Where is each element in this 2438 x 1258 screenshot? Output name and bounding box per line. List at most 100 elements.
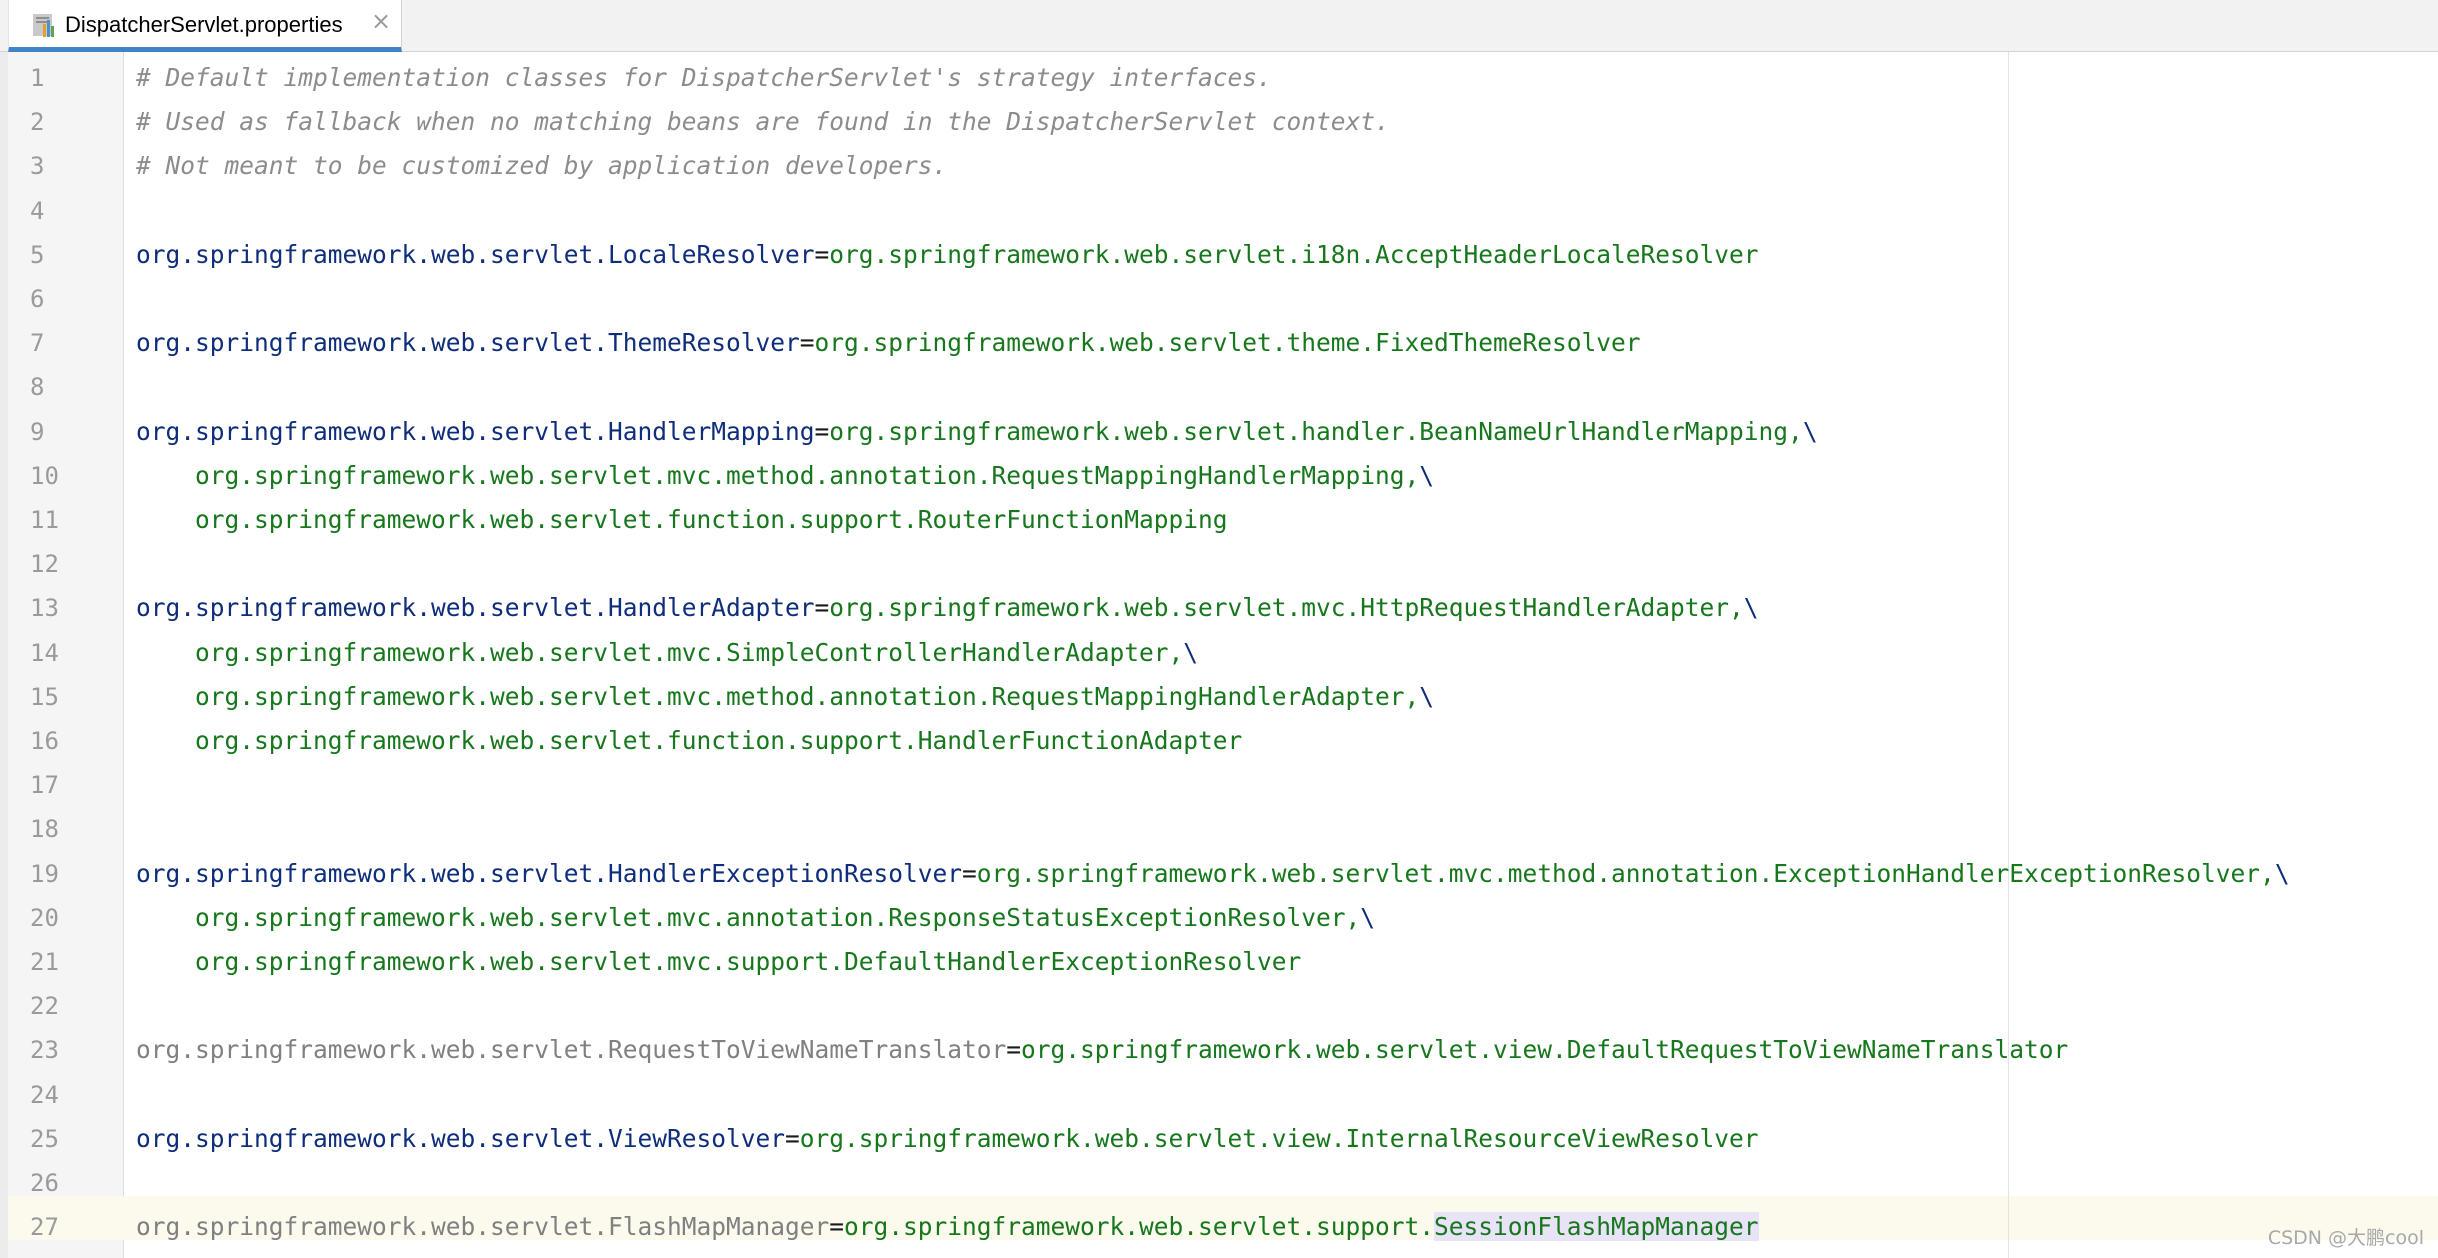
property-key: org.springframework.web.servlet.RequestT… (136, 1035, 1007, 1065)
line-number: 23 (30, 1036, 59, 1065)
code-line[interactable]: 25 org.springframework.web.servlet.ViewRe… (0, 1117, 2438, 1161)
code-line[interactable]: 9 org.springframework.web.servlet.Handler… (0, 410, 2438, 454)
code-line[interactable]: 21 org.springframework.web.servlet.mvc.s… (0, 940, 2438, 984)
line-continuation: \ (2274, 858, 2290, 888)
line-content: org.springframework.web.servlet.mvc.meth… (136, 454, 1434, 498)
code-line[interactable]: 18 (0, 807, 2438, 851)
property-value: org.springframework.web.servlet.handler.… (829, 416, 1803, 446)
line-number: 3 (30, 152, 45, 181)
code-line[interactable]: 23 org.springframework.web.servlet.Reques… (0, 1028, 2438, 1072)
property-key: org.springframework.web.servlet.HandlerM… (136, 416, 815, 446)
code-line[interactable]: 26 (0, 1161, 2438, 1205)
line-continuation: \ (1360, 902, 1376, 932)
line-number: 15 (30, 682, 59, 711)
line-number: 11 (30, 506, 59, 534)
code-line[interactable]: 3 # Not meant to be customized by applica… (0, 144, 2438, 188)
line-content: org.springframework.web.servlet.function… (136, 719, 1242, 763)
code-line[interactable]: 19 org.springframework.web.servlet.Handle… (0, 852, 2438, 896)
property-value: org.springframework.web.servlet.mvc.Http… (829, 593, 1744, 623)
line-content: org.springframework.web.servlet.mvc.Simp… (136, 631, 1198, 675)
line-content: org.springframework.web.servlet.FlashMap… (136, 1205, 1759, 1249)
line-number: 10 (30, 461, 59, 490)
line-number: 12 (30, 550, 59, 579)
line-number: 1 (30, 64, 45, 92)
equals-sign: = (1006, 1035, 1022, 1065)
equals-sign: = (799, 328, 815, 358)
code-line[interactable]: 16 org.springframework.web.servlet.funct… (0, 719, 2438, 763)
line-continuation: \ (1419, 681, 1435, 711)
line-content: org.springframework.web.servlet.mvc.supp… (136, 940, 1301, 984)
property-value: org.springframework.web.servlet.i18n.Acc… (829, 239, 1759, 269)
code-line[interactable]: 4 (0, 189, 2438, 233)
property-value: org.springframework.web.servlet.function… (195, 726, 1243, 755)
watermark: CSDN @大鹏cool (2267, 1227, 2424, 1249)
line-number: 21 (30, 948, 59, 976)
code-line[interactable]: 24 (0, 1073, 2438, 1117)
line-content: org.springframework.web.servlet.HandlerA… (136, 586, 1759, 630)
comment-text: # Used as fallback when no matching bean… (136, 107, 1390, 137)
line-content: org.springframework.web.servlet.RequestT… (136, 1028, 2068, 1072)
property-value: org.springframework.web.servlet.mvc.meth… (976, 858, 2275, 888)
line-content: org.springframework.web.servlet.ThemeRes… (136, 321, 1641, 365)
code-line[interactable]: 2 # Used as fallback when no matching bea… (0, 100, 2438, 144)
equals-sign: = (785, 1123, 800, 1153)
property-value: org.springframework.web.servlet.support. (844, 1212, 1435, 1242)
code-line[interactable]: 10 org.springframework.web.servlet.mvc.m… (0, 454, 2438, 498)
line-number: 26 (30, 1169, 59, 1197)
equals-sign: = (962, 858, 977, 888)
line-continuation: \ (1183, 637, 1199, 667)
line-number: 24 (30, 1080, 59, 1109)
property-value: org.springframework.web.servlet.view.Def… (1021, 1035, 2069, 1065)
property-key: org.springframework.web.servlet.HandlerE… (136, 858, 963, 888)
line-continuation: \ (1802, 416, 1818, 446)
close-icon[interactable]: × (371, 9, 391, 33)
property-value: org.springframework.web.servlet.view.Int… (799, 1123, 1759, 1153)
line-number: 6 (30, 285, 45, 313)
line-number: 5 (30, 240, 45, 269)
property-key: org.springframework.web.servlet.HandlerA… (136, 593, 815, 623)
property-value: org.springframework.web.servlet.function… (195, 505, 1228, 534)
line-number: 20 (30, 903, 59, 932)
property-value: org.springframework.web.servlet.theme.Fi… (814, 328, 1641, 358)
line-number: 9 (30, 417, 45, 446)
code-line[interactable]: 17 (0, 763, 2438, 807)
line-continuation: \ (1743, 593, 1759, 623)
code-line[interactable]: 11 org.springframework.web.servlet.funct… (0, 498, 2438, 542)
line-number: 27 (30, 1213, 59, 1242)
property-value: org.springframework.web.servlet.mvc.Simp… (195, 637, 1184, 667)
line-continuation: \ (1419, 460, 1435, 490)
line-number: 8 (30, 373, 45, 402)
line-content: org.springframework.web.servlet.mvc.anno… (136, 896, 1375, 940)
equals-sign: = (814, 593, 830, 623)
line-number: 19 (30, 859, 59, 888)
code-line[interactable]: 13 org.springframework.web.servlet.Handle… (0, 586, 2438, 630)
line-number: 13 (30, 594, 59, 623)
code-line[interactable]: 15 org.springframework.web.servlet.mvc.m… (0, 675, 2438, 719)
code-line[interactable]: 7 org.springframework.web.servlet.ThemeRe… (0, 321, 2438, 365)
line-number: 14 (30, 638, 59, 667)
code-line[interactable]: 12 (0, 542, 2438, 586)
line-content: # Used as fallback when no matching bean… (136, 100, 1390, 144)
property-key: org.springframework.web.servlet.FlashMap… (136, 1212, 830, 1242)
code-line[interactable]: 27 org.springframework.web.servlet.FlashM… (0, 1205, 2438, 1249)
code-line[interactable]: 6 (0, 277, 2438, 321)
highlighted-identifier: SessionFlashMapManager (1434, 1212, 1759, 1242)
equals-sign: = (814, 416, 830, 446)
tab-dispatcherservlet-properties[interactable]: DispatcherServlet.properties × (8, 0, 402, 52)
line-number: 7 (30, 329, 45, 358)
code-line[interactable]: 1 # Default implementation classes for Di… (0, 56, 2438, 100)
code-line[interactable]: 8 (0, 365, 2438, 409)
line-number: 18 (30, 815, 59, 844)
properties-file-icon (31, 11, 59, 39)
code-line[interactable]: 22 (0, 984, 2438, 1028)
equals-sign: = (829, 1212, 845, 1242)
code-line[interactable]: 20 org.springframework.web.servlet.mvc.a… (0, 896, 2438, 940)
property-value: org.springframework.web.servlet.mvc.anno… (195, 902, 1361, 932)
comment-text: # Not meant to be customized by applicat… (136, 151, 948, 181)
line-number: 25 (30, 1124, 59, 1153)
code-line[interactable]: 5 org.springframework.web.servlet.LocaleR… (0, 233, 2438, 277)
code-line[interactable]: 14 org.springframework.web.servlet.mvc.S… (0, 631, 2438, 675)
